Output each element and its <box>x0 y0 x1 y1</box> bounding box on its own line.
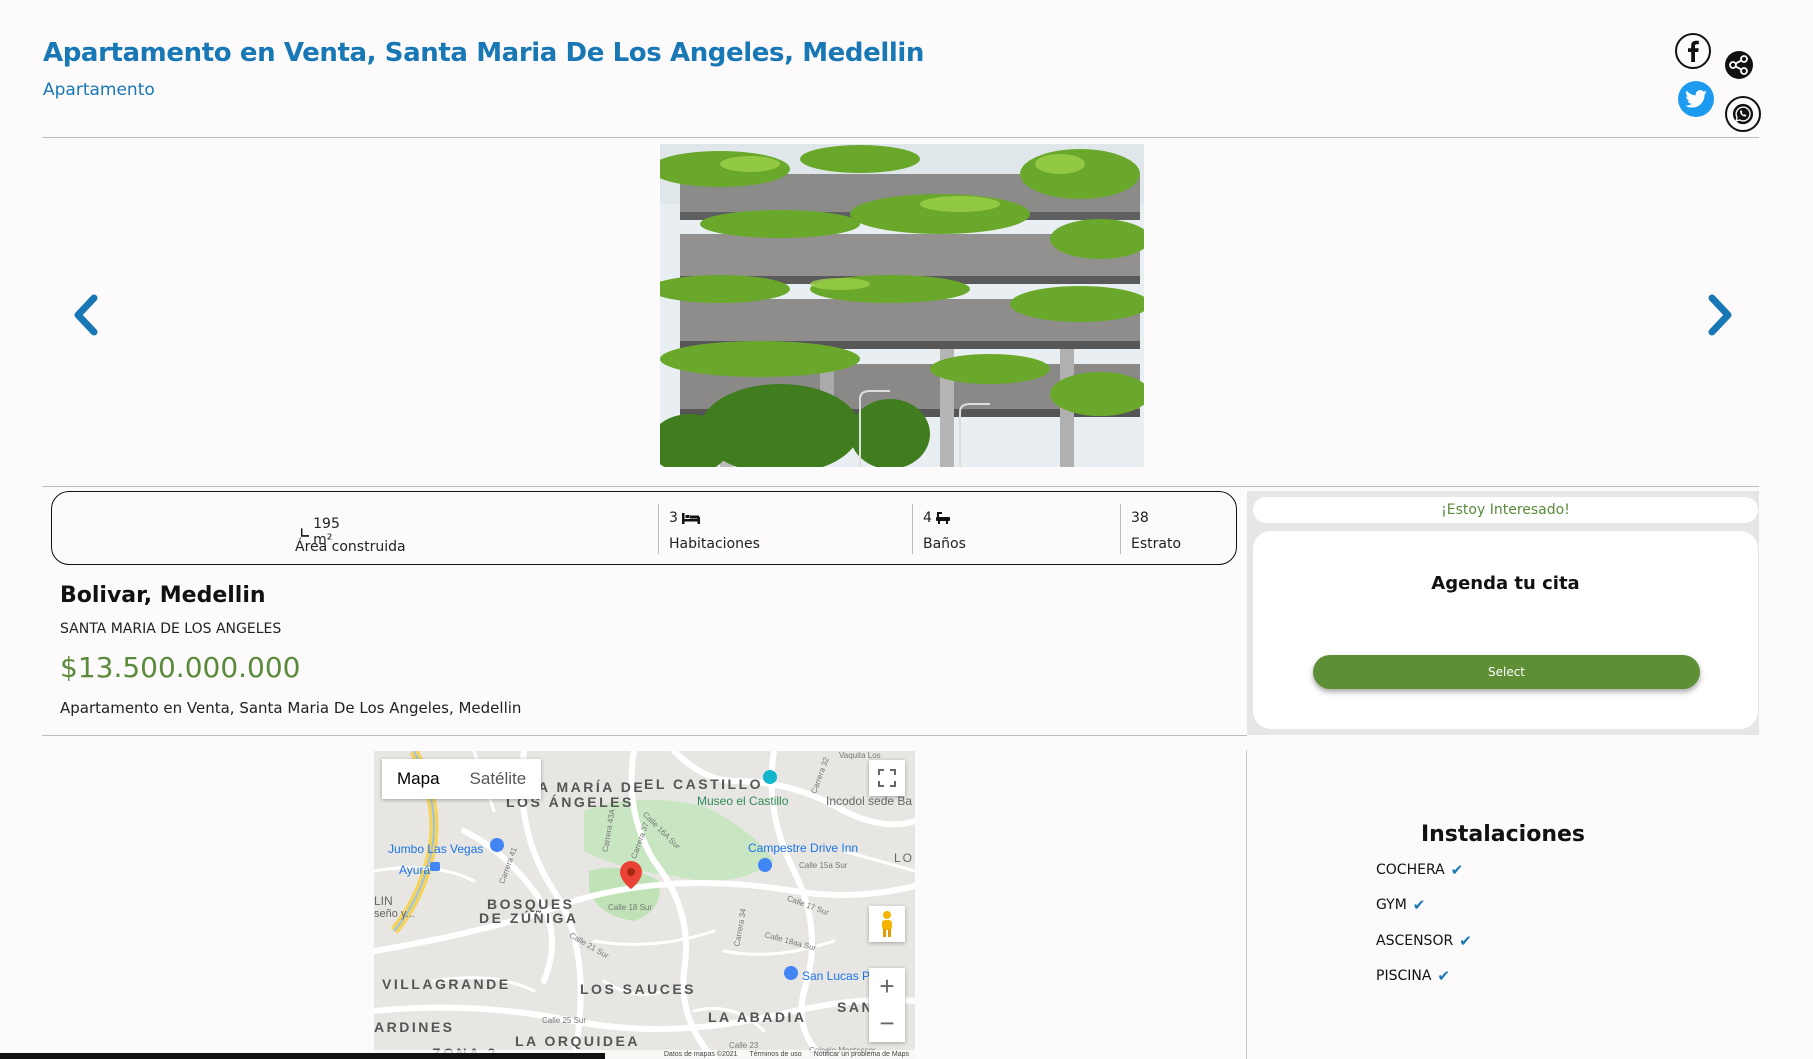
facebook-button[interactable] <box>1675 33 1711 69</box>
map-data-credit: Datos de mapas ©2021 <box>663 1051 738 1058</box>
chevron-right-icon <box>1708 294 1732 336</box>
area-icon <box>301 527 310 537</box>
share-button[interactable] <box>1724 50 1754 80</box>
gallery-divider <box>42 486 1759 487</box>
map-label: ARDINES <box>374 1019 455 1035</box>
amenities-title: Instalaciones <box>1420 822 1586 847</box>
map-label: Calle 18 Sur <box>608 903 653 912</box>
map-terms-link[interactable]: Términos de uso <box>750 1050 802 1059</box>
schedule-card <box>1253 531 1758 729</box>
page-title: Apartamento en Venta, Santa Maria De Los… <box>43 38 924 68</box>
feature-divider <box>1120 504 1121 554</box>
rooms-label: Habitaciones <box>669 536 760 552</box>
checkmark-icon: ✔ <box>1437 967 1450 985</box>
property-photo <box>660 144 1144 467</box>
carousel-prev-button[interactable] <box>68 290 104 340</box>
zoom-out-button[interactable]: − <box>869 1005 905 1042</box>
map-type-tabs: Mapa Satélite <box>382 759 542 799</box>
map-label: Calle 15a Sur <box>799 861 848 870</box>
map-label: Campestre Drive Inn <box>748 841 859 855</box>
estrato-label: Estrato <box>1131 536 1182 552</box>
whatsapp-button[interactable] <box>1725 96 1761 132</box>
map-label: Museo el Castillo <box>697 794 789 808</box>
map-label: LIN <box>374 894 393 908</box>
map-label: Ayurá <box>399 863 431 877</box>
street-view-button[interactable] <box>869 906 905 942</box>
map-label: LA ORQUIDEA <box>515 1033 640 1049</box>
details-divider <box>42 735 1247 736</box>
checkmark-icon: ✔ <box>1459 932 1472 950</box>
bed-icon <box>681 513 700 524</box>
map-label: LOS SAUCES <box>580 981 697 997</box>
zoom-controls: + − <box>869 968 905 1042</box>
facebook-icon <box>1688 40 1699 62</box>
location-map[interactable]: A MARÍA DE LOS ÁNGELES EL CASTILLO Museo… <box>374 751 915 1059</box>
amenity-item: PISCINA ✔ <box>1376 967 1450 985</box>
property-neighborhood: SANTA MARIA DE LOS ANGELES <box>60 621 282 637</box>
feature-divider <box>912 504 913 554</box>
map-label: VILLAGRANDE <box>382 976 511 992</box>
map-label: Incodol sede Ba <box>826 794 913 808</box>
map-label: A MARÍA DE <box>538 779 646 795</box>
amenity-item: ASCENSOR ✔ <box>1376 932 1472 950</box>
amenity-item: GYM ✔ <box>1376 896 1425 914</box>
property-price: $13.500.000.000 <box>60 651 301 684</box>
rooms-value: 3 <box>669 510 678 526</box>
share-icon <box>1725 51 1753 79</box>
amenity-label: PISCINA <box>1376 968 1432 984</box>
map-label: Vaquita Los <box>839 751 881 760</box>
checkmark-icon: ✔ <box>1450 861 1464 879</box>
amenity-item: COCHERA ✔ <box>1376 861 1463 879</box>
map-label: Calle 25 Sur <box>542 1016 587 1025</box>
map-label: Jumbo Las Vegas <box>388 842 484 856</box>
checkmark-icon: ✔ <box>1412 896 1426 914</box>
feature-divider <box>658 504 659 554</box>
tab-satellite[interactable]: Satélite <box>455 759 542 799</box>
header-divider <box>42 137 1759 138</box>
fullscreen-icon <box>878 769 896 787</box>
tab-map[interactable]: Mapa <box>382 759 455 799</box>
zoom-in-button[interactable]: + <box>869 968 905 1005</box>
map-label: EL CASTILLO <box>644 776 764 792</box>
twitter-button[interactable] <box>1678 81 1714 117</box>
baths-label: Baños <box>923 536 966 552</box>
carousel-next-button[interactable] <box>1702 290 1738 340</box>
amenity-label: GYM <box>1376 897 1407 913</box>
map-label: LO <box>894 851 915 865</box>
amenity-label: COCHERA <box>1376 862 1445 878</box>
map-label: San Lucas P <box>802 969 871 983</box>
property-type: Apartamento <box>43 80 155 100</box>
pegman-icon <box>882 911 892 937</box>
property-description: Apartamento en Venta, Santa Maria De Los… <box>60 699 522 717</box>
column-divider <box>1246 750 1247 1059</box>
bathtub-icon <box>935 512 950 524</box>
interested-button[interactable]: ¡Estoy Interesado! <box>1253 497 1758 523</box>
whatsapp-icon <box>1732 103 1754 125</box>
map-report-link[interactable]: Notificar un problema de Maps <box>814 1050 909 1059</box>
map-label: LA ABADIA <box>708 1009 807 1025</box>
features-bar: 195 m² Área construida 3 Habitaciones 4 … <box>51 491 1237 565</box>
schedule-title: Agenda tu cita <box>1431 573 1580 594</box>
baths-value: 4 <box>923 510 932 526</box>
twitter-icon <box>1685 90 1707 108</box>
property-location: Bolivar, Medellin <box>60 583 266 608</box>
map-label: DE ZÚÑIGA <box>479 910 579 926</box>
chevron-left-icon <box>74 294 98 336</box>
map-label: seño y... <box>374 908 415 920</box>
area-label: Área construida <box>295 539 406 555</box>
estrato-value: 38 <box>1131 510 1149 526</box>
map-label: Calle 23 <box>729 1041 759 1050</box>
bottom-bar <box>0 1053 605 1059</box>
amenity-label: ASCENSOR <box>1376 933 1454 949</box>
select-button[interactable]: Select <box>1313 655 1700 689</box>
fullscreen-button[interactable] <box>869 760 905 796</box>
